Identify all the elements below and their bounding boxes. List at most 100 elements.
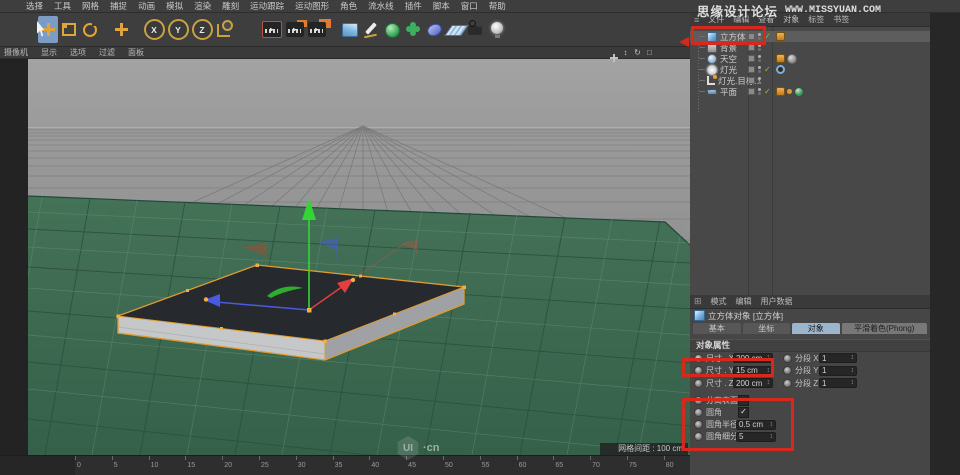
floor-icon[interactable] [445,16,465,43]
visibility-dots-icon[interactable] [758,66,761,73]
attribute-menu-item[interactable]: 用户数据 [761,296,793,307]
menu-item[interactable]: 流水线 [368,0,394,12]
rotate-icon[interactable] [80,16,100,43]
menu-item[interactable]: 运动图形 [295,0,329,12]
panel-menu-icon[interactable] [694,296,702,307]
menu-item[interactable]: 角色 [340,0,357,12]
menu-item[interactable]: 工具 [54,0,71,12]
menu-item[interactable]: 模拟 [166,0,183,12]
render-view-icon[interactable] [262,21,282,38]
dimension-row: 尺寸 . Z 200 cm 分段 Z 1 [690,377,930,390]
menu-item[interactable]: 运动跟踪 [250,0,284,12]
orbit-icon[interactable]: ↻ [633,48,642,58]
visibility-dots-icon[interactable] [758,55,761,62]
layer-swatch-icon[interactable] [748,55,755,62]
texture-tag-orange[interactable] [776,87,785,96]
menu-item[interactable]: 窗口 [461,0,478,12]
enable-check-icon[interactable]: ✓ [764,87,771,96]
render-settings-icon[interactable] [308,22,326,37]
viewport-3d[interactable] [28,59,690,455]
spline-pen-icon[interactable] [361,16,381,43]
timeline-frame-label: 25 [259,456,296,475]
layer-swatch-icon[interactable] [748,88,755,95]
generator-icon[interactable] [382,16,402,43]
object-row[interactable]: 灯光.目标.1 ✓ [690,75,930,86]
stepper-icon[interactable] [851,379,855,387]
attribute-tab[interactable]: 坐标 [743,323,791,334]
segment-input[interactable]: 1 [819,353,857,363]
texture-ball-green[interactable] [794,87,804,97]
main-toolbar: XYZ [0,13,690,47]
light-icon[interactable] [487,16,507,43]
x-axis-icon[interactable]: X [144,19,165,40]
timeline[interactable]: 0510152025303540455055606570758085 [0,455,690,475]
y-axis-icon[interactable]: Y [168,19,189,40]
viewport-menu-item[interactable]: 摄像机 [4,47,28,58]
menu-item[interactable]: 网格 [82,0,99,12]
scale-icon[interactable] [59,16,79,43]
texture-tag-orange[interactable] [776,32,785,41]
segment-input[interactable]: 1 [819,378,857,388]
keyframe-radio-icon[interactable] [783,379,792,388]
texture-tag-orange[interactable] [776,54,785,63]
visibility-dots-icon[interactable] [758,44,761,51]
timeline-frame-label: 20 [222,456,259,475]
axis-lock-icon[interactable] [111,16,131,43]
viewport-menu-item[interactable]: 过滤 [99,47,115,58]
cube-primitive-icon[interactable] [340,16,360,43]
menu-item[interactable]: 插件 [405,0,422,12]
attribute-menu-item[interactable]: 编辑 [736,296,752,307]
menu-item[interactable]: 脚本 [433,0,450,12]
render-region-icon[interactable] [286,22,304,37]
object-name[interactable]: 平面 [720,86,737,98]
coord-system-icon[interactable] [214,16,234,43]
stepper-icon[interactable] [851,354,855,362]
layer-swatch-icon[interactable] [748,77,755,84]
toolbar-separator[interactable] [132,16,141,43]
menu-item[interactable]: 选择 [26,0,43,12]
keyframe-radio-icon[interactable] [694,379,703,388]
grid-spacing-label: 网格间距 : 100 cm [600,443,688,455]
dolly-icon[interactable]: ↕ [621,48,630,58]
maximize-icon[interactable]: □ [645,48,654,58]
viewport-menu-item[interactable]: 选项 [70,47,86,58]
attribute-menu-item[interactable]: 模式 [711,296,727,307]
layer-swatch-icon[interactable] [748,44,755,51]
stepper-icon[interactable] [851,367,855,375]
menu-item[interactable]: 渲染 [194,0,211,12]
visibility-dots-icon[interactable] [758,88,761,95]
attribute-tab[interactable]: 平滑着色(Phong) [842,323,928,334]
object-row[interactable]: 灯光 ✓ [690,64,930,75]
camera-icon[interactable] [466,16,486,43]
target-tag[interactable] [776,65,785,74]
cinema4d-window: 选择工具网格捕捉动画模拟渲染雕刻运动跟踪运动图形角色流水线插件脚本窗口帮助 XY… [0,0,960,475]
attribute-tab[interactable]: 对象 [792,323,840,334]
viewport-menu-item[interactable]: 显示 [41,47,57,58]
viewport-menu-item[interactable]: 面板 [128,47,144,58]
deformer-icon[interactable] [424,16,444,43]
mograph-icon[interactable] [403,16,423,43]
dimension-input[interactable]: 200 cm [733,378,773,388]
object-row[interactable]: 天空 ✓ [690,53,930,64]
keyframe-radio-icon[interactable] [783,354,792,363]
object-row[interactable]: 平面 ✓ [690,86,930,97]
toolbar-separator[interactable] [235,16,261,43]
attribute-tab[interactable]: 基本 [693,323,741,334]
keyframe-radio-icon[interactable] [783,366,792,375]
toolbar-separator[interactable] [101,16,110,43]
menu-item[interactable]: 动画 [138,0,155,12]
stepper-icon[interactable] [767,379,771,387]
segment-input[interactable]: 1 [819,366,857,376]
annotation-arrow [679,37,689,47]
menu-item[interactable]: 帮助 [489,0,506,12]
menu-item[interactable]: 雕刻 [222,0,239,12]
menu-item[interactable]: 捕捉 [110,0,127,12]
tag-orange-dot[interactable] [787,89,792,94]
visibility-dots-icon[interactable] [758,77,761,84]
toolbar-separator[interactable] [330,16,339,43]
section-header: 对象属性 [690,339,930,352]
texture-ball-gray[interactable] [787,54,797,64]
z-axis-icon[interactable]: Z [192,19,213,40]
layer-swatch-icon[interactable] [748,66,755,73]
enable-check-icon[interactable]: ✓ [764,65,771,74]
